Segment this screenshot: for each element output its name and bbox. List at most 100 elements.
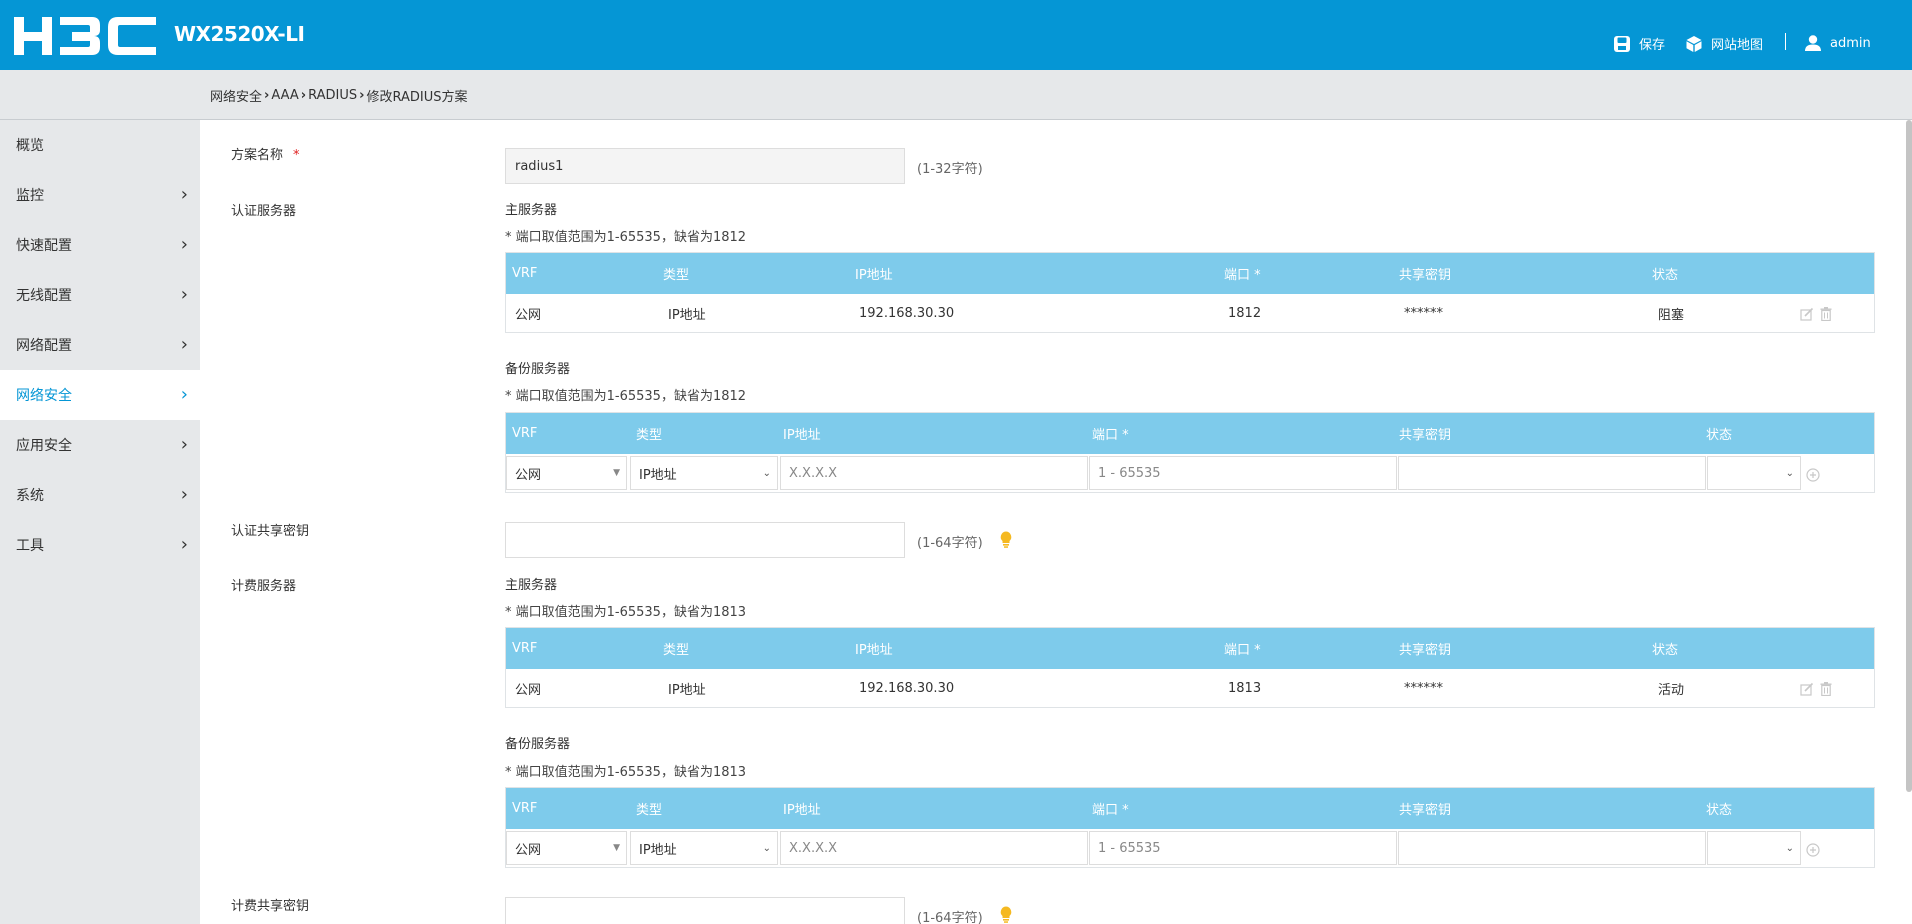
col-status: 状态	[1652, 268, 1679, 283]
auth-backup-note: * 端口取值范围为1-65535，缺省为1812	[505, 389, 747, 404]
sidebar-item-app-security[interactable]: 应用安全 ›	[0, 420, 200, 470]
type-select[interactable]: IP地址 ⌄	[630, 831, 778, 865]
ip-input[interactable]: X.X.X.X	[780, 831, 1088, 865]
lightbulb-icon[interactable]	[1000, 531, 1012, 548]
acct-key-label: 计费共享密钥	[231, 899, 310, 914]
sidebar-item-system[interactable]: 系统 ›	[0, 470, 200, 520]
scheme-name-input[interactable]: radius1	[505, 148, 905, 184]
cell-key: ******	[1404, 305, 1443, 321]
table-header: VRF 类型 IP地址 端口 * 共享密钥 状态	[506, 788, 1874, 829]
user-menu[interactable]: admin	[1804, 34, 1871, 52]
h3c-logo	[14, 17, 156, 55]
sitemap-button[interactable]: 网站地图	[1685, 34, 1763, 53]
caret-down-icon: ▼	[613, 843, 620, 853]
auth-primary-table: VRF 类型 IP地址 端口 * 共享密钥 状态 公网 IP地址 192.168…	[505, 252, 1875, 333]
user-icon	[1805, 35, 1821, 51]
scheme-name-text: 方案名称	[231, 148, 284, 163]
key-input[interactable]	[1398, 831, 1706, 865]
col-key: 共享密钥	[1399, 268, 1452, 283]
ip-placeholder: X.X.X.X	[789, 840, 838, 856]
chevron-down-icon: ⌄	[762, 842, 771, 854]
type-select[interactable]: IP地址 ⌄	[630, 456, 778, 490]
col-status: 状态	[1706, 428, 1733, 443]
auth-server-label: 认证服务器	[231, 204, 297, 219]
chevron-right-icon: ›	[180, 234, 188, 255]
port-input[interactable]: 1 - 65535	[1089, 831, 1397, 865]
col-port: 端口 *	[1224, 643, 1261, 658]
col-vrf: VRF	[512, 266, 538, 281]
auth-key-input[interactable]	[505, 522, 905, 558]
sidebar-item-label: 应用安全	[16, 438, 72, 454]
sidebar-item-label: 概览	[16, 138, 44, 154]
sidebar-item-tools[interactable]: 工具 ›	[0, 520, 200, 570]
edit-icon[interactable]	[1800, 307, 1814, 321]
sidebar-item-label: 快速配置	[16, 238, 72, 254]
chevron-down-icon: ⌄	[1785, 842, 1794, 854]
status-select[interactable]: ⌄	[1707, 831, 1801, 865]
port-input[interactable]: 1 - 65535	[1089, 456, 1397, 490]
col-status: 状态	[1652, 643, 1679, 658]
cell-vrf: 公网	[515, 682, 542, 698]
col-port: 端口 *	[1092, 803, 1129, 818]
user-label: admin	[1830, 35, 1871, 51]
scheme-name-hint: (1-32字符)	[917, 162, 983, 177]
col-key: 共享密钥	[1399, 643, 1452, 658]
sidebar-item-network-config[interactable]: 网络配置 ›	[0, 320, 200, 370]
table-header: VRF 类型 IP地址 端口 * 共享密钥 状态	[506, 253, 1874, 294]
cell-ip: 192.168.30.30	[859, 680, 955, 696]
main-scrollbar[interactable]	[1906, 120, 1912, 792]
sidebar-item-label: 监控	[16, 188, 44, 204]
breadcrumb-separator-icon: ›	[264, 88, 270, 103]
acct-primary-title: 主服务器	[505, 578, 558, 593]
add-circle-icon[interactable]	[1806, 843, 1820, 857]
ip-placeholder: X.X.X.X	[789, 465, 838, 481]
save-button[interactable]: 保存	[1613, 34, 1665, 53]
cell-vrf: 公网	[515, 307, 542, 323]
col-key: 共享密钥	[1399, 803, 1452, 818]
chevron-right-icon: ›	[180, 184, 188, 205]
scheme-name-value: radius1	[515, 158, 564, 174]
add-circle-icon[interactable]	[1806, 468, 1820, 482]
delete-icon[interactable]	[1820, 682, 1832, 696]
sidebar-item-label: 系统	[16, 488, 44, 504]
vrf-select[interactable]: 公网 ▼	[506, 831, 627, 865]
key-input[interactable]	[1398, 456, 1706, 490]
caret-down-icon: ▼	[613, 468, 620, 478]
vrf-select[interactable]: 公网 ▼	[506, 456, 627, 490]
sidebar-item-overview[interactable]: 概览	[0, 120, 200, 170]
sidebar-item-label: 无线配置	[16, 288, 72, 304]
col-port: 端口 *	[1224, 268, 1261, 283]
breadcrumb: 网络安全 › AAA › RADIUS › 修改RADIUS方案	[210, 86, 468, 105]
breadcrumb-item-network-security[interactable]: 网络安全	[210, 86, 262, 105]
col-type: 类型	[663, 643, 690, 658]
col-key: 共享密钥	[1399, 428, 1452, 443]
sidebar-item-quick-config[interactable]: 快速配置 ›	[0, 220, 200, 270]
table-header: VRF 类型 IP地址 端口 * 共享密钥 状态	[506, 413, 1874, 454]
cell-key: ******	[1404, 680, 1443, 696]
header-divider	[1785, 33, 1786, 50]
sidebar-item-monitor[interactable]: 监控 ›	[0, 170, 200, 220]
sitemap-icon	[1686, 35, 1702, 52]
breadcrumb-item-current: 修改RADIUS方案	[366, 90, 468, 105]
sidebar-item-wireless-config[interactable]: 无线配置 ›	[0, 270, 200, 320]
port-placeholder: 1 - 65535	[1098, 840, 1161, 856]
acct-primary-note: * 端口取值范围为1-65535，缺省为1813	[505, 605, 747, 620]
cell-status: 阻塞	[1658, 307, 1685, 323]
col-type: 类型	[663, 268, 690, 283]
delete-icon[interactable]	[1820, 307, 1832, 321]
ip-input[interactable]: X.X.X.X	[780, 456, 1088, 490]
required-mark: *	[293, 148, 300, 163]
lightbulb-icon[interactable]	[1000, 906, 1012, 923]
auth-key-hint: (1-64字符)	[917, 536, 983, 551]
edit-icon[interactable]	[1800, 682, 1814, 696]
acct-key-hint: (1-64字符)	[917, 911, 983, 924]
breadcrumb-item-radius[interactable]: RADIUS	[308, 88, 357, 103]
col-vrf: VRF	[512, 641, 538, 656]
status-select[interactable]: ⌄	[1707, 456, 1801, 490]
sidebar-item-label: 网络配置	[16, 338, 72, 354]
cell-port: 1813	[1228, 680, 1262, 696]
sidebar-item-network-security[interactable]: 网络安全 ›	[0, 370, 200, 420]
acct-key-input[interactable]	[505, 897, 905, 924]
breadcrumb-item-aaa[interactable]: AAA	[271, 88, 298, 103]
chevron-right-icon: ›	[180, 284, 188, 305]
